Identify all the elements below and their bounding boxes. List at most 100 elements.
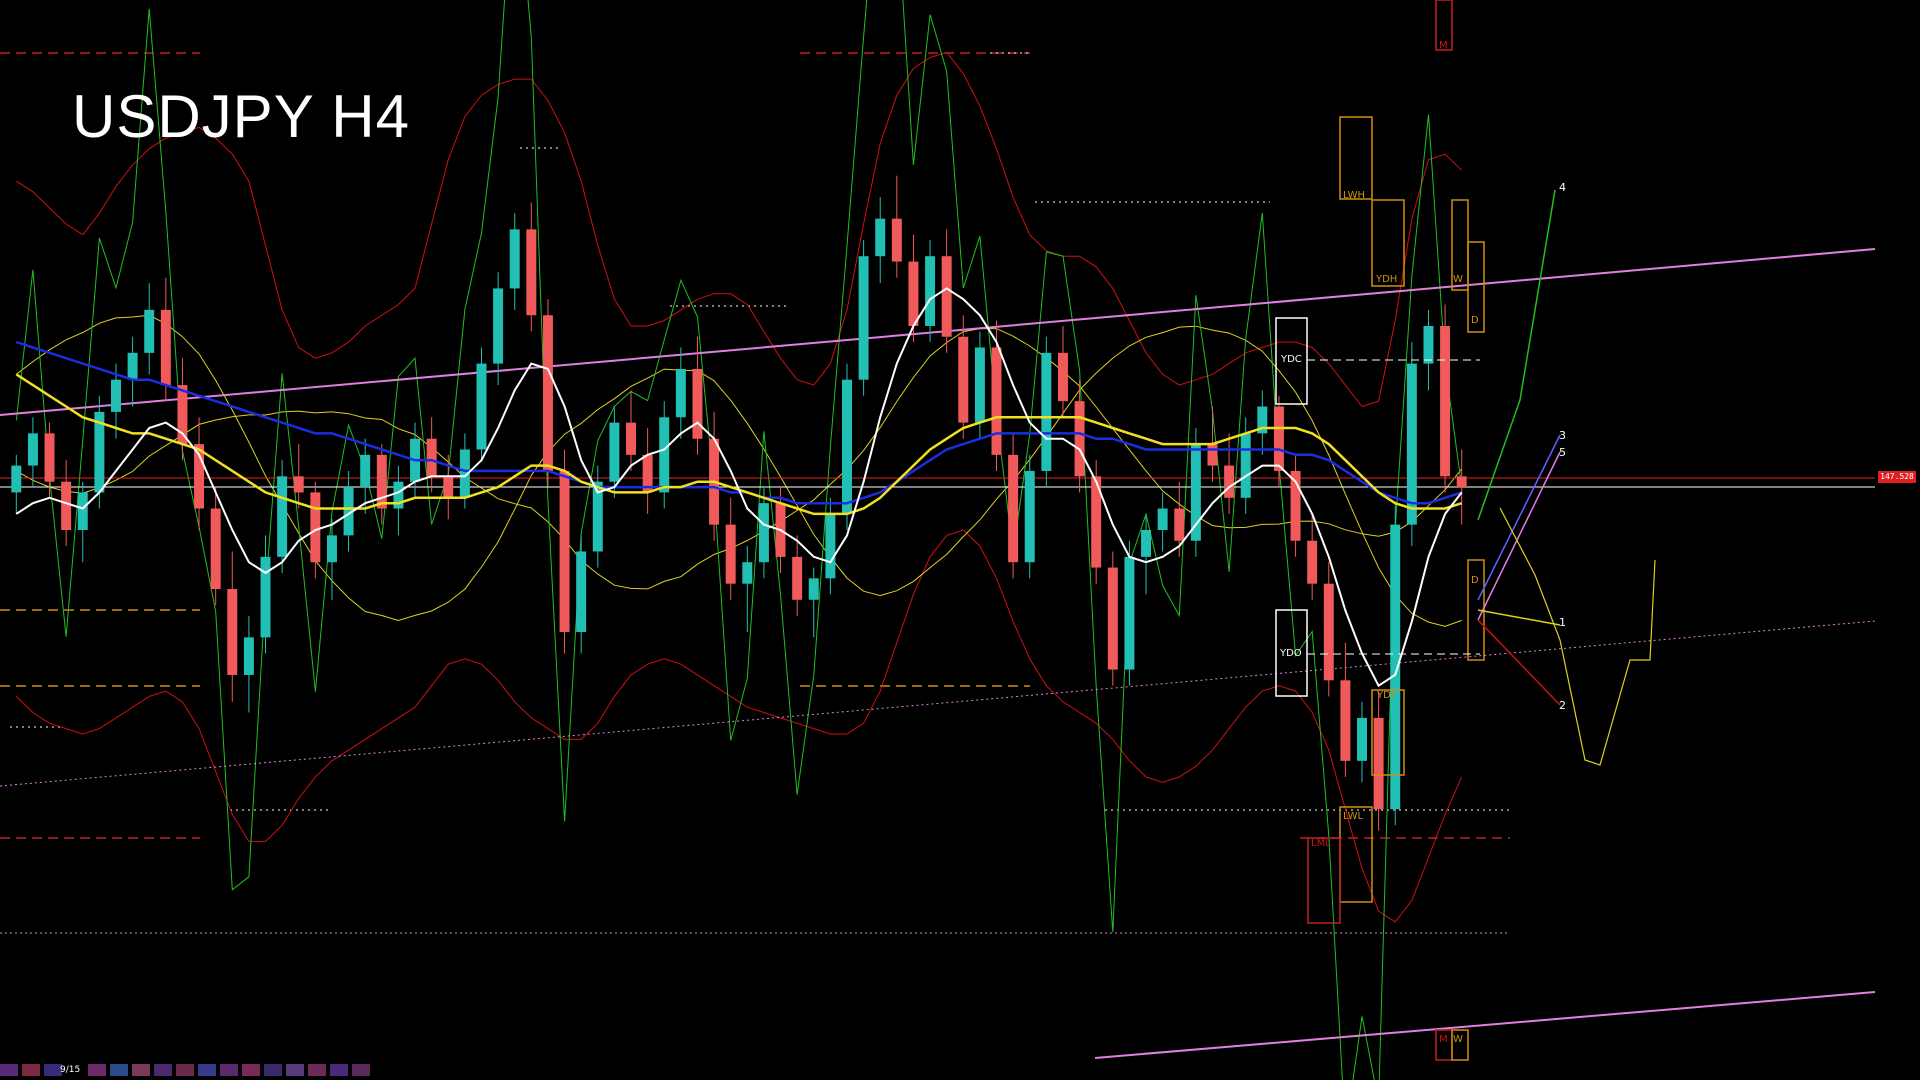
timeframe-pager[interactable]: 9/15 [0,1064,370,1078]
chart-area[interactable]: USDJPY H4 147.528 LWH YDH YDC YDO YDL LW… [0,0,1920,1080]
candle-body [44,433,55,482]
projection-wave-2 [1477,619,1561,706]
candle-body [1340,680,1351,761]
candle-body [426,438,437,477]
level-lwh-label: LWH [1343,190,1366,201]
candle-body [808,578,819,600]
current-price-tag: 147.528 [1878,471,1916,483]
candle-body [1008,454,1019,563]
candle-body [559,470,570,632]
projection-wave-4 [1477,189,1556,521]
channel-upper [0,248,1876,416]
candle-body [127,352,138,380]
candle-body [1273,406,1284,471]
bollinger-lower [15,529,1463,923]
candle-body [210,508,221,590]
candle-body [493,288,504,364]
candle-body [61,481,72,530]
level-ydc-label: YDC [1281,354,1302,365]
projection-wave-3 [1477,434,1561,601]
candle-body [1174,508,1185,541]
candle-body [1207,444,1218,466]
candle-body [443,476,454,498]
candle-body [1406,363,1417,525]
candle-body [792,556,803,600]
wave-4-label: 4 [1559,181,1566,194]
candle-body [576,551,587,632]
candle-body [476,363,487,450]
wave-3-label: 3 [1559,429,1566,442]
channel-lower [1094,991,1876,1059]
price-chart[interactable] [0,0,1920,1080]
wave-2-label: 2 [1559,699,1566,712]
candle-body [742,562,753,584]
candle-body [659,417,670,493]
level-lml-label: LML [1311,838,1331,849]
candle-body [227,589,238,675]
candle-body [725,524,736,584]
level-ydo-label: YDO [1280,648,1302,659]
candle-body [1107,567,1118,670]
candle-body [260,556,271,638]
candle-body [675,368,686,418]
candle-body [509,229,520,289]
level-d-mid-label: D [1471,575,1479,586]
candle-body [858,256,869,380]
candle-body [825,513,836,579]
candle-body [27,433,38,466]
candle-body [144,309,155,353]
candle-body [177,385,188,445]
level-box-7 [1307,837,1341,924]
candle-body [393,481,404,509]
oscillator-line [15,0,1463,1080]
level-m-bot-label: M [1439,1034,1448,1045]
candle-body [11,465,22,493]
chart-title: USDJPY H4 [72,83,411,150]
candle-body [310,492,321,563]
candle-body [974,347,985,423]
candle-body [991,347,1002,455]
level-w-bot-label: W [1453,1034,1463,1045]
candle-body [1141,530,1152,557]
pager-label: 9/15 [60,1065,81,1075]
level-lwl-label: LWL [1343,811,1364,822]
projection-wave-5 [1477,451,1561,621]
candle-body [326,535,337,563]
candle-body [376,454,387,509]
candle-body [1357,717,1367,761]
candle-body [1240,433,1251,498]
candle-body [1440,326,1451,477]
level-ydh-label: YDH [1376,274,1398,285]
candle-body [1456,476,1467,488]
channel-mid [0,620,1876,787]
projection-wave-1 [1477,609,1561,626]
candle-body [243,637,254,675]
candle-body [692,368,703,439]
candle-body [1307,540,1318,584]
candle-body [160,309,171,386]
candle-body [77,492,88,530]
candle-body [609,422,620,482]
candle-body [1074,401,1085,477]
level-m-top-label: M [1439,40,1448,51]
level-ydl-label: YDL [1377,690,1397,701]
candle-body [1423,326,1434,364]
candle-body [111,379,121,412]
candle-body [875,218,886,257]
wave-5-label: 5 [1559,446,1566,459]
candle-body [542,315,553,471]
candle-body [1373,717,1384,810]
level-d-top-label: D [1471,315,1479,326]
candle-body [1124,556,1135,670]
wave-1-label: 1 [1559,616,1566,629]
level-w-top-label: W [1453,274,1463,285]
candle-body [958,336,969,423]
candle-body [758,503,769,563]
candle-body [925,256,936,326]
candle-body [941,256,952,337]
candle-body [891,218,902,262]
candle-body [1024,470,1035,563]
candle-body [1323,583,1334,681]
candle-body [1224,465,1235,498]
candle-body [277,476,288,557]
